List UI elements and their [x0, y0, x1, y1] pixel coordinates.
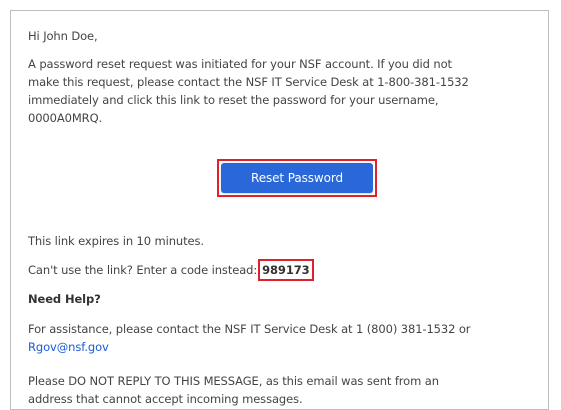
- intro-line: immediately and click this link to reset…: [28, 93, 439, 107]
- expiry-notice: This link expires in 10 minutes.: [28, 234, 204, 248]
- reset-password-button[interactable]: Reset Password: [221, 163, 373, 193]
- intro-line: make this request, please contact the NS…: [28, 75, 469, 89]
- need-help-heading: Need Help?: [28, 292, 101, 306]
- reset-button-highlight: Reset Password: [217, 159, 377, 197]
- support-email-link[interactable]: Rgov@nsf.gov: [28, 338, 470, 356]
- verification-code: 989173: [258, 259, 314, 281]
- email-body-frame: Hi John Doe, A password reset request wa…: [10, 10, 549, 410]
- reply-line: address that cannot accept incoming mess…: [28, 392, 303, 406]
- reply-line: Please DO NOT REPLY TO THIS MESSAGE, as …: [28, 374, 439, 388]
- assistance-paragraph: For assistance, please contact the NSF I…: [28, 320, 471, 356]
- intro-line: A password reset request was initiated f…: [28, 57, 452, 71]
- code-line: Can't use the link? Enter a code instead…: [28, 259, 314, 281]
- no-reply-paragraph: Please DO NOT REPLY TO THIS MESSAGE, as …: [28, 372, 439, 408]
- code-prompt: Can't use the link? Enter a code instead…: [28, 263, 258, 277]
- intro-paragraph: A password reset request was initiated f…: [28, 55, 469, 127]
- greeting-text: Hi John Doe,: [28, 29, 98, 43]
- assist-line: For assistance, please contact the NSF I…: [28, 322, 471, 336]
- intro-line: 0000A0MRQ.: [28, 111, 103, 125]
